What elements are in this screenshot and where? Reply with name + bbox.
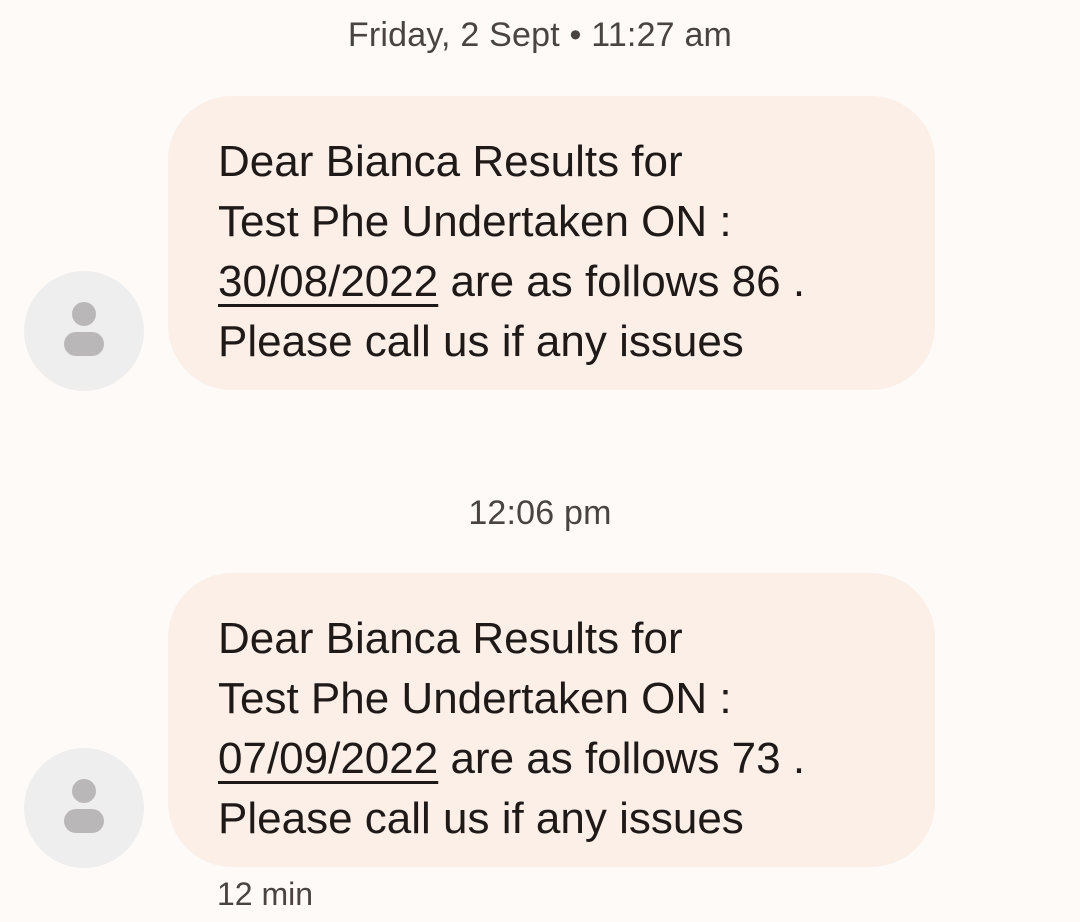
message-text-line: 30/08/2022 are as follows 86 . [218, 252, 915, 312]
date-link[interactable]: 07/09/2022 [218, 734, 438, 783]
message-timestamp: Friday, 2 Sept • 11:27 am [347, 16, 733, 54]
message-text-line: Test Phe Undertaken ON : [218, 197, 732, 246]
message-text-line: Please call us if any issues [218, 317, 744, 366]
message-thread[interactable]: Friday, 2 Sept • 11:27 am Dear Bianca Re… [0, 0, 1080, 922]
message-text-line: Dear Bianca Results for [218, 137, 683, 186]
message-text-line: 07/09/2022 are as follows 73 . [218, 729, 915, 789]
sender-avatar[interactable] [24, 748, 144, 868]
message-timestamp: 12:06 pm [468, 494, 612, 532]
message-bubble[interactable]: Dear Bianca Results for Test Phe Underta… [168, 573, 935, 867]
message-text-line: Test Phe Undertaken ON : [218, 674, 732, 723]
message-text-line: Please call us if any issues [218, 794, 744, 843]
person-placeholder-icon [64, 779, 104, 833]
sender-avatar[interactable] [24, 271, 144, 391]
message-text-line: Dear Bianca Results for [218, 614, 683, 663]
person-placeholder-icon [64, 302, 104, 356]
message-text-fragment: are as follows 86 . [438, 257, 806, 306]
message-status-time: 12 min [217, 876, 314, 912]
message-bubble[interactable]: Dear Bianca Results for Test Phe Underta… [168, 96, 935, 390]
date-link[interactable]: 30/08/2022 [218, 257, 438, 306]
message-text-fragment: are as follows 73 . [438, 734, 806, 783]
